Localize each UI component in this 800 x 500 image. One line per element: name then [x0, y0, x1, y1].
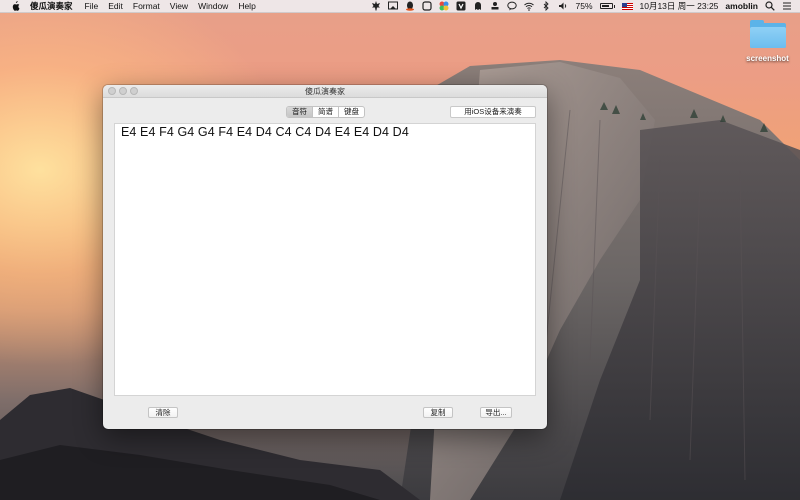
mode-segmented-control: 音符 简谱 键盘 [286, 106, 365, 118]
clock[interactable]: 10月13日 周一 23:25 [640, 0, 719, 12]
apple-menu-icon[interactable] [9, 0, 21, 12]
ghost-icon[interactable] [473, 1, 483, 11]
chat-bubble-icon[interactable] [507, 1, 518, 11]
folder-icon [749, 20, 786, 48]
app-window: 傻瓜演奏家 音符 简谱 键盘 用iOS设备来演奏 E4 E4 F4 G4 G4 … [103, 85, 547, 429]
list-icon[interactable] [782, 1, 792, 11]
tab-numbered-notation[interactable]: 简谱 [313, 107, 339, 117]
menu-format[interactable]: Format [133, 1, 160, 11]
notes-text-area[interactable]: E4 E4 F4 G4 G4 F4 E4 D4 C4 C4 D4 E4 E4 D… [114, 123, 536, 396]
status-tray: 75% 10月13日 周一 23:25 amoblin [364, 0, 800, 12]
menu-edit[interactable]: Edit [108, 1, 123, 11]
battery-icon[interactable] [599, 3, 615, 9]
battery-percent: 75% [575, 1, 593, 11]
copy-button[interactable]: 复制 [423, 407, 453, 418]
desktop-icon-label: screenshot [746, 54, 789, 63]
user-menu[interactable]: amoblin [725, 1, 758, 11]
shield-app-icon[interactable] [456, 1, 466, 11]
tab-keyboard[interactable]: 键盘 [339, 107, 364, 117]
colorful-app-icon[interactable] [439, 1, 449, 11]
search-icon[interactable] [765, 1, 775, 11]
menu-file[interactable]: File [85, 1, 99, 11]
us-flag-icon[interactable] [621, 2, 633, 10]
volume-icon[interactable] [558, 1, 568, 11]
menu-window[interactable]: Window [198, 1, 228, 11]
maple-leaf-icon[interactable] [371, 1, 381, 11]
menu-bar: 傻瓜演奏家 File Edit Format View Window Help … [0, 0, 800, 13]
screen-mirror-icon[interactable] [388, 1, 399, 11]
toolbar: 音符 简谱 键盘 用iOS设备来演奏 [103, 106, 547, 120]
tab-notes[interactable]: 音符 [287, 107, 313, 117]
menu-view[interactable]: View [170, 1, 188, 11]
window-title: 傻瓜演奏家 [305, 87, 345, 96]
bluetooth-icon[interactable] [541, 1, 551, 11]
wifi-icon[interactable] [524, 1, 535, 11]
title-bar[interactable]: 傻瓜演奏家 [103, 85, 547, 98]
menu-help[interactable]: Help [238, 1, 255, 11]
square-icon[interactable] [422, 1, 433, 11]
export-button[interactable]: 导出... [480, 407, 512, 418]
battery-level-fill [601, 5, 609, 7]
desktop-folder-screenshot[interactable]: screenshot [740, 20, 795, 63]
stamp-icon[interactable] [490, 1, 500, 11]
clear-button[interactable]: 清除 [148, 407, 178, 418]
qq-icon[interactable] [405, 1, 415, 11]
play-with-ios-button[interactable]: 用iOS设备来演奏 [450, 106, 536, 118]
app-menu[interactable]: 傻瓜演奏家 [30, 0, 73, 12]
